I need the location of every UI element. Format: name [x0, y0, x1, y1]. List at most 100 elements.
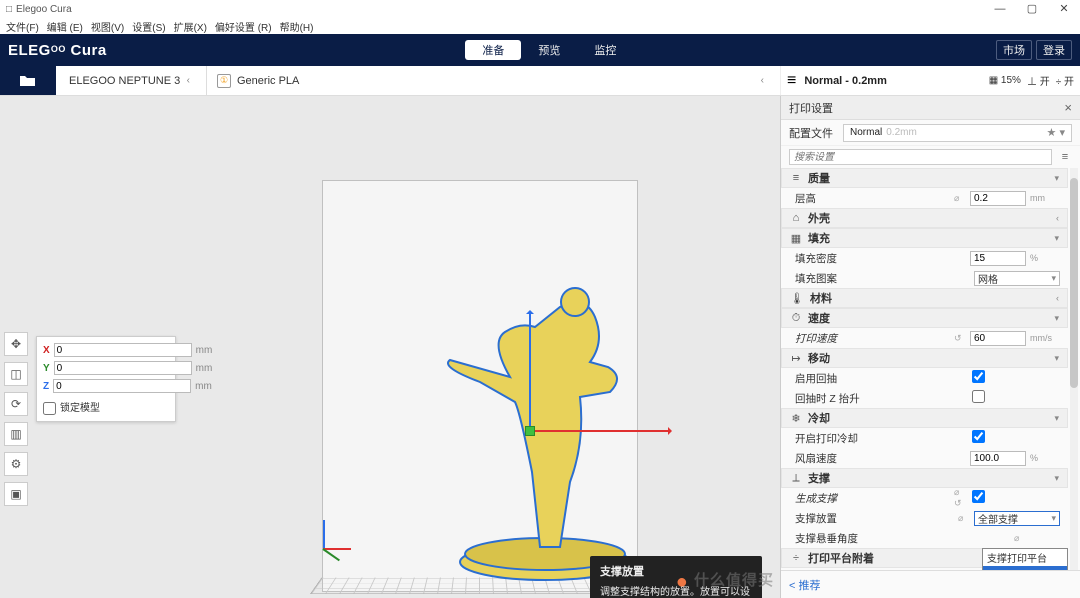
tool-scale[interactable]: ◫ [4, 362, 28, 386]
category-support[interactable]: ⟂支撑▾ [781, 468, 1068, 488]
tab-prepare[interactable]: 准备 [465, 40, 521, 60]
link-icon[interactable]: ⌀ [954, 193, 966, 204]
label-x: X [43, 345, 50, 356]
label-y: Y [43, 363, 50, 374]
category-material[interactable]: 🌡材料‹ [781, 288, 1068, 308]
watermark: ● 什么值得买 [676, 569, 774, 594]
profile-summary-icon: ≡ [781, 72, 796, 90]
menu-file[interactable]: 文件(F) [4, 19, 41, 34]
category-cooling[interactable]: ❄冷却▾ [781, 408, 1068, 428]
setting-fan-speed: 风扇速度 [795, 451, 950, 466]
fan-speed-input[interactable] [970, 451, 1026, 466]
print-settings-panel: 打印设置 × 配置文件 Normal 0.2mm ★ ▾ ≡ ≡质量▾ 层高⌀m… [780, 96, 1080, 598]
gizmo-y-axis[interactable] [529, 312, 531, 432]
marketplace-button[interactable]: 市场 [996, 40, 1032, 60]
open-file-button[interactable] [0, 66, 56, 95]
category-speed[interactable]: ⏱速度▾ [781, 308, 1068, 328]
move-y-input[interactable] [54, 361, 192, 375]
printer-selector[interactable]: ELEGOO NEPTUNE 3 ‹ [56, 66, 206, 95]
tab-preview[interactable]: 预览 [521, 40, 577, 60]
viewport-3d[interactable]: ✥ ◫ ⟳ ▥ ⚙ ▣ Xmm Ymm Zmm 锁定模型 对象列表 街头霸王沙加… [0, 96, 780, 598]
speed-icon: ⏱ [790, 312, 802, 325]
layer-height-input[interactable] [970, 191, 1026, 206]
minimize-button[interactable]: — [984, 0, 1016, 18]
maximize-button[interactable]: ▢ [1016, 0, 1048, 18]
recommended-link[interactable]: < 推荐 [789, 577, 820, 593]
category-quality[interactable]: ≡质量▾ [781, 168, 1068, 188]
gizmo-origin[interactable] [525, 426, 535, 436]
material-icon: 🌡 [790, 292, 804, 305]
support-placement-select[interactable]: 全部支撑 [974, 511, 1060, 526]
retraction-checkbox[interactable] [972, 370, 985, 383]
folder-icon [19, 74, 37, 88]
infill-icon: ▦ [790, 232, 802, 245]
settings-scrollbar[interactable] [1070, 168, 1078, 570]
tool-mirror[interactable]: ▥ [4, 422, 28, 446]
support-enable-checkbox[interactable] [972, 490, 985, 503]
setting-print-speed: 打印速度 [795, 331, 950, 346]
dropdown-option-everywhere[interactable]: 全部支撑 [983, 566, 1067, 570]
print-settings-summary[interactable]: ≡ Normal - 0.2mm 15% ⊥ 开 ÷ 开 [780, 66, 1080, 95]
tool-rotate[interactable]: ⟳ [4, 392, 28, 416]
support-placement-dropdown: 支撑打印平台 全部支撑 [982, 548, 1068, 570]
category-travel[interactable]: ↦移动▾ [781, 348, 1068, 368]
category-infill[interactable]: ▦填充▾ [781, 228, 1068, 248]
move-panel: Xmm Ymm Zmm 锁定模型 [36, 336, 176, 422]
gizmo-x-axis[interactable] [530, 430, 670, 432]
close-button[interactable]: ✕ [1048, 0, 1080, 18]
support-summary: ⊥ 开 [1027, 73, 1050, 88]
fan-enable-checkbox[interactable] [972, 430, 985, 443]
z-hop-checkbox[interactable] [972, 390, 985, 403]
printer-name: ELEGOO NEPTUNE 3 [69, 75, 180, 87]
menu-preferences[interactable]: 偏好设置 (R) [213, 19, 274, 34]
setting-z-hop: 回抽时 Z 抬升 [795, 391, 966, 406]
chevron-down-icon: ‹ [181, 75, 196, 86]
cooling-icon: ❄ [790, 412, 802, 425]
adhesion-icon: ÷ [790, 552, 802, 564]
setting-retraction: 启用回抽 [795, 371, 966, 386]
tool-move[interactable]: ✥ [4, 332, 28, 356]
profile-selector[interactable]: Normal 0.2mm ★ ▾ [843, 124, 1072, 142]
settings-visibility-menu[interactable]: ≡ [1058, 151, 1072, 163]
tab-monitor[interactable]: 监控 [577, 40, 633, 60]
link-icon[interactable]: ⌀ ↺ [954, 487, 966, 509]
app-logo: ELEGOO Cura [8, 42, 107, 59]
print-speed-input[interactable] [970, 331, 1026, 346]
infill-density-input[interactable] [970, 251, 1026, 266]
settings-panel-title: 打印设置 [789, 100, 833, 116]
menu-edit[interactable]: 编辑 (E) [45, 19, 85, 34]
category-walls[interactable]: ⌂外壳‹ [781, 208, 1068, 228]
menu-settings[interactable]: 设置(S) [130, 19, 167, 34]
signin-button[interactable]: 登录 [1036, 40, 1072, 60]
infill-pattern-select[interactable]: 网格 [974, 271, 1060, 286]
tool-per-model[interactable]: ⚙ [4, 452, 28, 476]
star-icon: ★ ▾ [1047, 126, 1065, 139]
link-icon[interactable]: ⌀ [958, 513, 970, 524]
menu-extensions[interactable]: 扩展(X) [172, 19, 209, 34]
lock-model-checkbox[interactable]: 锁定模型 [43, 403, 100, 414]
setting-infill-density: 填充密度 [795, 251, 950, 266]
link-icon[interactable]: ⌀ [1014, 533, 1026, 544]
menu-help[interactable]: 帮助(H) [278, 19, 316, 34]
setting-fan-enable: 开启打印冷却 [795, 431, 966, 446]
extruder-icon: ① [217, 74, 231, 88]
material-selector[interactable]: ① Generic PLA ‹ [207, 66, 780, 95]
reset-icon[interactable]: ↺ [954, 333, 966, 344]
move-z-input[interactable] [53, 379, 191, 393]
infill-summary: 15% [989, 75, 1021, 86]
model-object[interactable] [420, 272, 650, 582]
travel-icon: ↦ [790, 352, 802, 365]
setting-support-placement: 支撑放置 [795, 511, 954, 526]
window-title: Elegoo Cura [16, 4, 72, 15]
menu-view[interactable]: 视图(V) [89, 19, 126, 34]
unit-mm: mm [196, 345, 213, 356]
tool-support-blocker[interactable]: ▣ [4, 482, 28, 506]
setting-overhang-angle: 支撑悬垂角度 [795, 531, 1010, 546]
close-settings-button[interactable]: × [1064, 100, 1072, 115]
profile-summary-label: Normal - 0.2mm [796, 75, 887, 87]
quality-icon: ≡ [790, 172, 802, 184]
dropdown-option-buildplate[interactable]: 支撑打印平台 [983, 549, 1067, 566]
label-z: Z [43, 381, 49, 392]
move-x-input[interactable] [54, 343, 192, 357]
search-settings-input[interactable] [789, 149, 1052, 165]
